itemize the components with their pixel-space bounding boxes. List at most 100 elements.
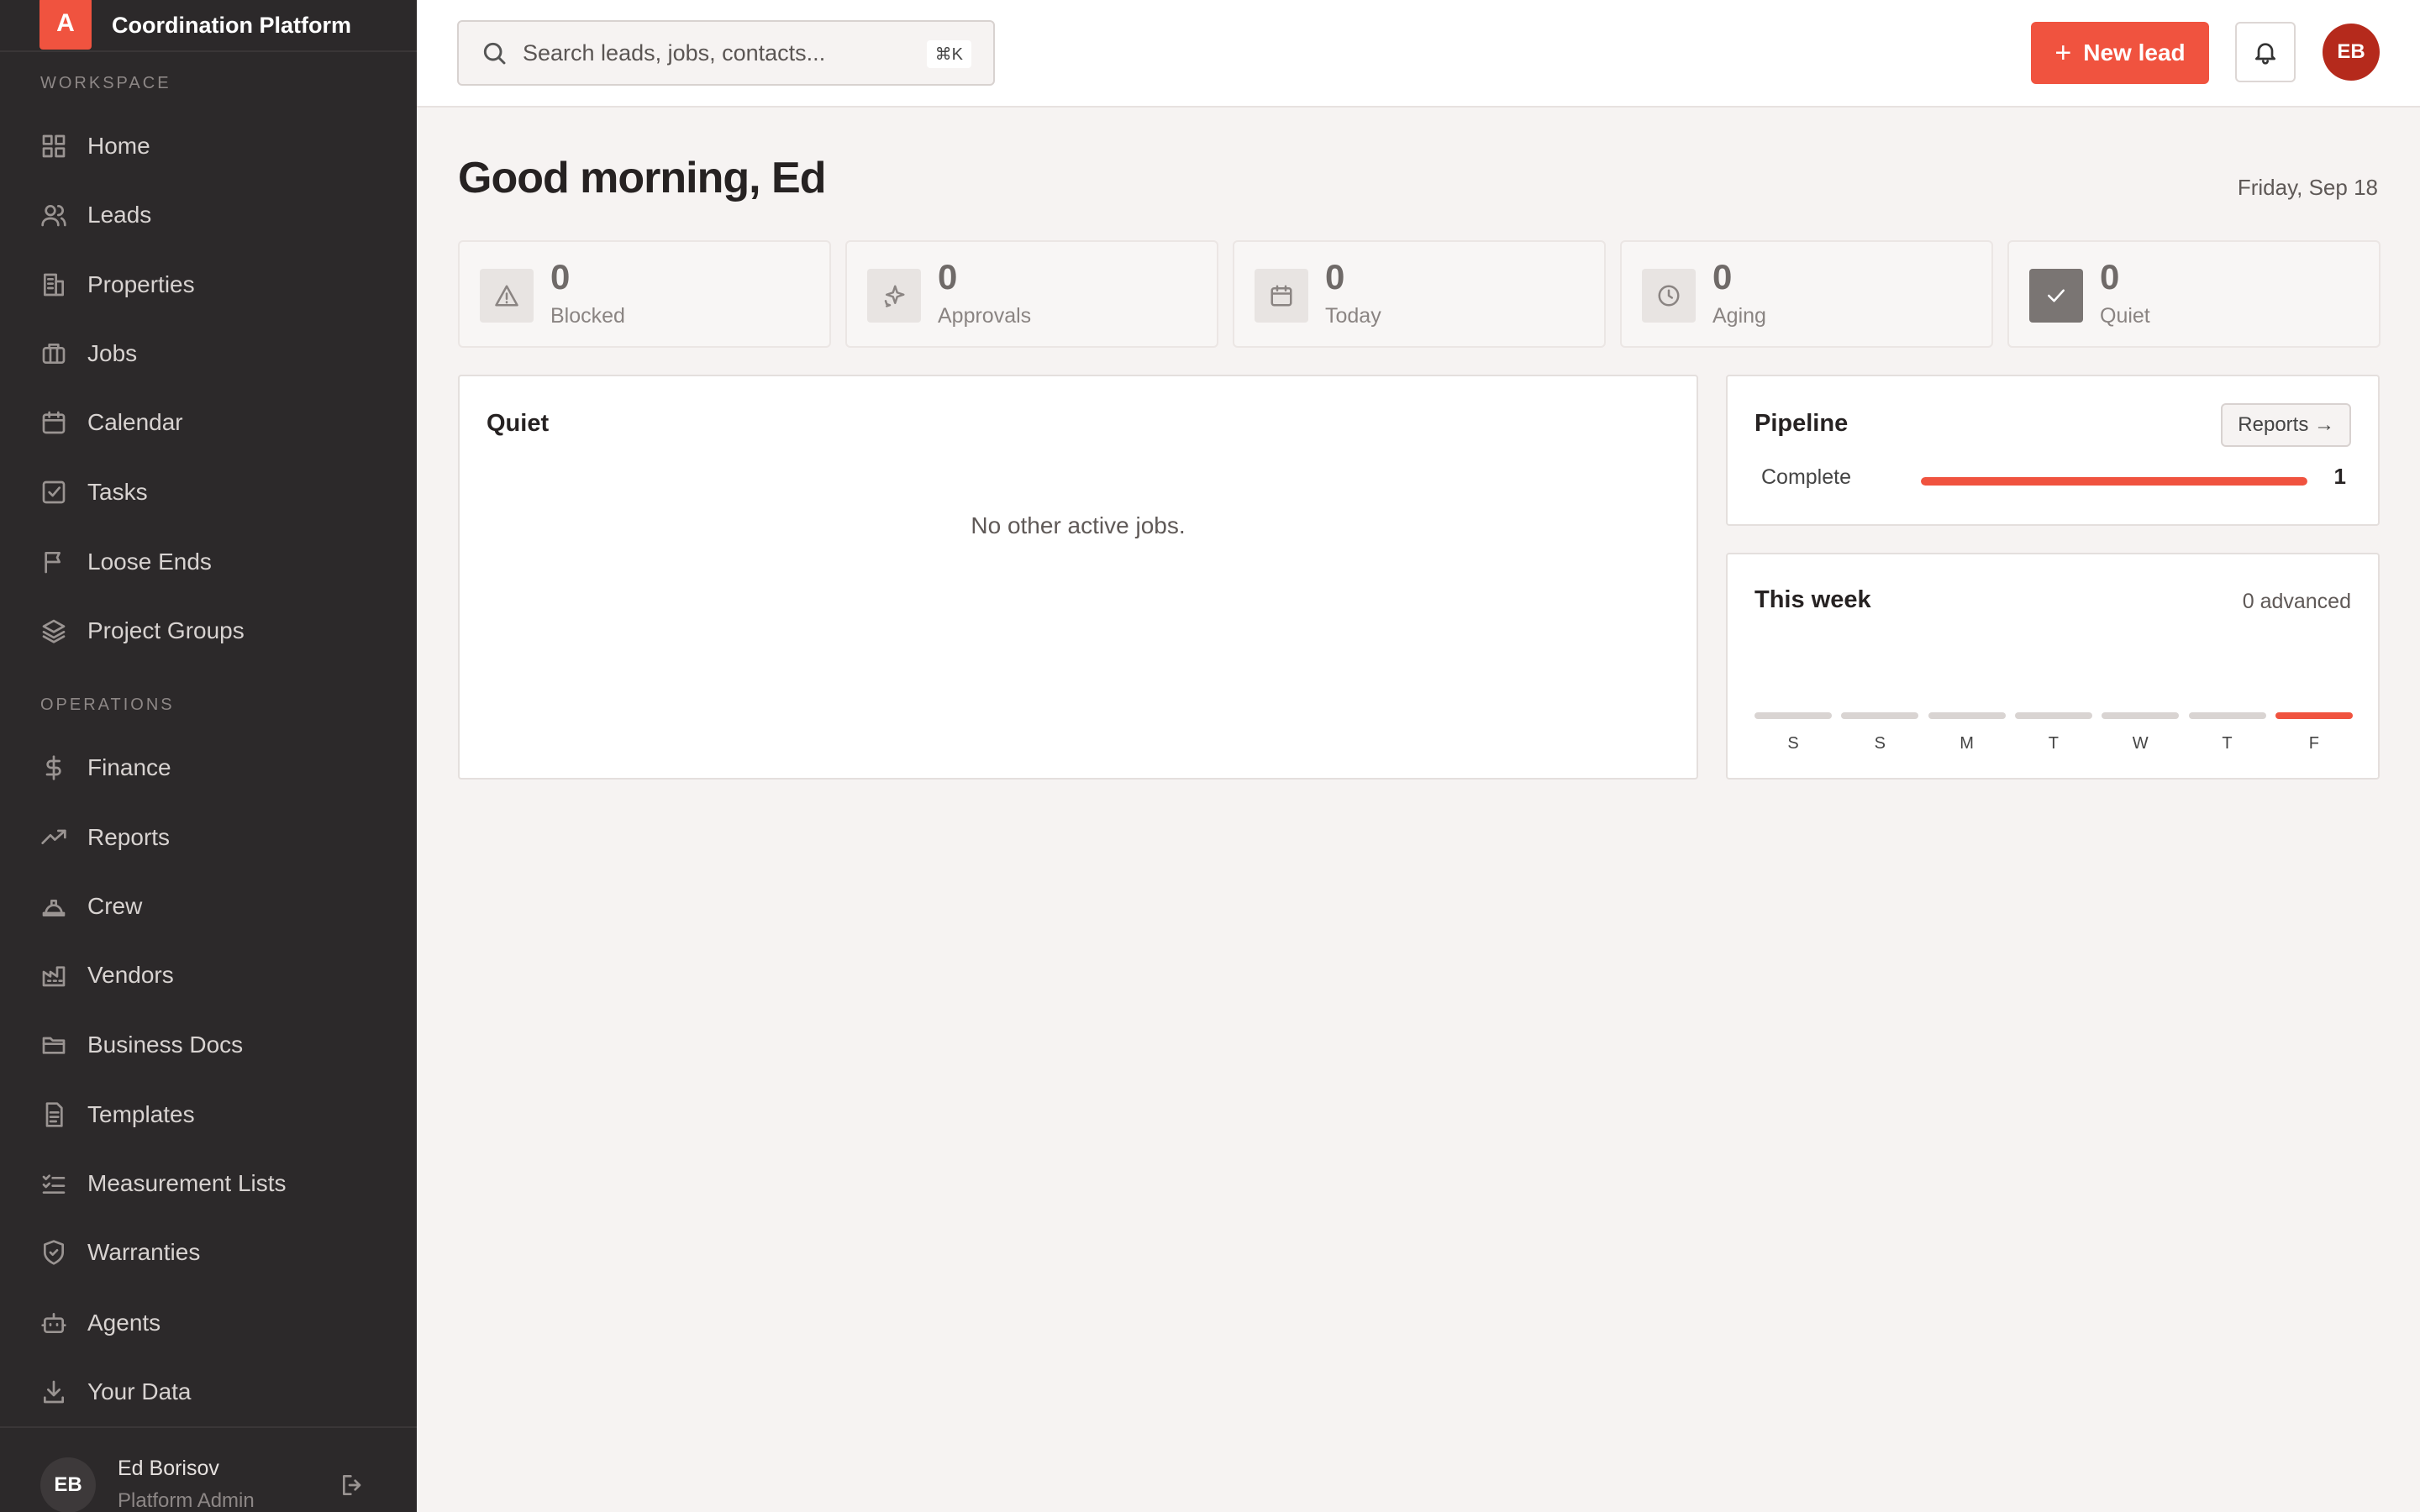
stat-aging[interactable]: 0 Aging <box>1620 240 1993 348</box>
layers-icon <box>42 619 66 643</box>
sidebar-item-measurement-lists[interactable]: Measurement Lists <box>0 1154 417 1213</box>
user-block: EB Ed Borisov Platform Admin <box>0 1426 417 1512</box>
week-day-bar <box>2188 712 2266 719</box>
robot-icon <box>41 1313 66 1333</box>
flag-icon <box>45 552 60 574</box>
week-day-bar <box>2014 712 2092 719</box>
current-date: Friday, Sep 18 <box>2237 175 2378 200</box>
dollar-icon <box>45 755 61 780</box>
sidebar: A Coordination Platform WORKSPACE Home L… <box>0 0 417 1512</box>
empty-state-text: No other active jobs. <box>971 512 1186 538</box>
sidebar-item-label: Project Groups <box>87 617 245 643</box>
sidebar-item-home[interactable]: Home <box>0 117 417 176</box>
sidebar-item-crew[interactable]: Crew <box>0 877 417 936</box>
stat-value: 0 <box>1325 257 1345 297</box>
sidebar-item-tasks[interactable]: Tasks <box>0 463 417 522</box>
sidebar-item-properties[interactable]: Properties <box>0 255 417 314</box>
sidebar-item-leads[interactable]: Leads <box>0 186 417 244</box>
stat-today[interactable]: 0 Today <box>1233 240 1606 348</box>
week-day-label: S <box>1874 734 1886 753</box>
check-icon <box>2029 269 2083 323</box>
sidebar-item-agents[interactable]: Agents <box>0 1294 417 1352</box>
week-day-label: F <box>2308 734 2319 753</box>
reports-button[interactable]: Reports → <box>2221 403 2351 447</box>
trending-icon <box>41 829 66 844</box>
sidebar-item-your-data[interactable]: Your Data <box>0 1362 417 1421</box>
sidebar-item-label: Home <box>87 133 150 159</box>
stat-blocked[interactable]: 0 Blocked <box>458 240 831 348</box>
sidebar-item-label: Templates <box>87 1101 195 1127</box>
stat-approvals[interactable]: 0 Approvals <box>845 240 1218 348</box>
this-week-subtitle: 0 advanced <box>2242 590 2351 613</box>
stat-value: 0 <box>938 257 958 297</box>
sidebar-item-vendors[interactable]: Vendors <box>0 946 417 1005</box>
sidebar-item-label: Your Data <box>87 1378 192 1404</box>
download-icon <box>44 1380 64 1404</box>
sidebar-item-label: Tasks <box>87 479 148 505</box>
user-avatar-button[interactable]: EB <box>2323 24 2380 81</box>
new-lead-button[interactable]: + New lead <box>2031 22 2209 84</box>
hardhat-icon <box>42 900 66 916</box>
logout-button[interactable] <box>339 1472 366 1503</box>
sidebar-item-label: Loose Ends <box>87 549 212 575</box>
building-icon <box>44 273 64 297</box>
pipeline-card: Pipeline Reports → Complete 1 <box>1726 375 2380 526</box>
shield-icon <box>44 1240 64 1265</box>
week-day-bar <box>2102 712 2180 719</box>
week-day-label: T <box>2222 734 2233 753</box>
week-day-label: S <box>1787 734 1799 753</box>
pipeline-bar <box>1921 477 2307 486</box>
sidebar-item-templates[interactable]: Templates <box>0 1085 417 1144</box>
logout-icon <box>343 1475 361 1495</box>
sidebar-item-jobs[interactable]: Jobs <box>0 324 417 383</box>
page-title: Good morning, Ed <box>458 154 827 202</box>
pipeline-bar-fill <box>1921 477 2307 486</box>
sidebar-item-reports[interactable]: Reports <box>0 808 417 867</box>
stat-value: 0 <box>550 257 571 297</box>
brand[interactable]: A Coordination Platform <box>0 0 417 52</box>
sidebar-item-calendar[interactable]: Calendar <box>0 393 417 452</box>
pipeline-row-count: 1 <box>2333 464 2346 489</box>
sidebar-item-project-groups[interactable]: Project Groups <box>0 601 417 660</box>
factory-icon <box>42 966 66 987</box>
search-icon <box>483 42 506 65</box>
sidebar-item-warranties[interactable]: Warranties <box>0 1223 417 1282</box>
quiet-card-title: Quiet <box>487 410 550 437</box>
week-day-label: M <box>1960 734 1974 753</box>
sidebar-item-label: Agents <box>87 1310 161 1336</box>
pipeline-row-label: Complete <box>1761 465 1851 489</box>
stat-value: 0 <box>2100 257 2120 297</box>
sidebar-item-loose-ends[interactable]: Loose Ends <box>0 533 417 591</box>
stat-label: Today <box>1325 304 1381 328</box>
sidebar-item-label: Measurement Lists <box>87 1170 287 1196</box>
sidebar-item-label: Warranties <box>87 1239 201 1265</box>
stat-label: Approvals <box>938 304 1032 328</box>
workspace-section-label: WORKSPACE <box>40 74 171 92</box>
notifications-button[interactable] <box>2235 22 2296 82</box>
sidebar-item-business-docs[interactable]: Business Docs <box>0 1016 417 1074</box>
week-day-bar <box>1754 712 1832 719</box>
sidebar-item-label: Finance <box>87 754 171 780</box>
week-day-bar <box>1928 712 2006 719</box>
search-shortcut: ⌘K <box>926 40 971 68</box>
quiet-card: Quiet No other active jobs. <box>458 375 1698 780</box>
search-box[interactable]: ⌘K <box>457 20 995 86</box>
brand-name: Coordination Platform <box>112 12 351 38</box>
sidebar-item-label: Properties <box>87 271 195 297</box>
sidebar-item-label: Business Docs <box>87 1032 244 1058</box>
calendar-icon <box>42 411 66 434</box>
stat-value: 0 <box>1712 257 1733 297</box>
sidebar-item-label: Calendar <box>87 409 183 435</box>
this-week-card: This week 0 advanced S S M T W T F <box>1726 553 2380 780</box>
search-input[interactable] <box>523 39 918 66</box>
sidebar-item-label: Jobs <box>87 340 138 366</box>
sidebar-item-label: Crew <box>87 893 143 919</box>
week-day-bar <box>2275 712 2353 719</box>
stat-quiet[interactable]: 0 Quiet <box>2007 240 2381 348</box>
this-week-title: This week <box>1754 586 1871 613</box>
stat-label: Quiet <box>2100 304 2150 328</box>
alert-triangle-icon <box>480 269 534 323</box>
folder-icon <box>42 1037 66 1054</box>
sidebar-item-finance[interactable]: Finance <box>0 738 417 797</box>
sidebar-item-label: Leads <box>87 202 152 228</box>
